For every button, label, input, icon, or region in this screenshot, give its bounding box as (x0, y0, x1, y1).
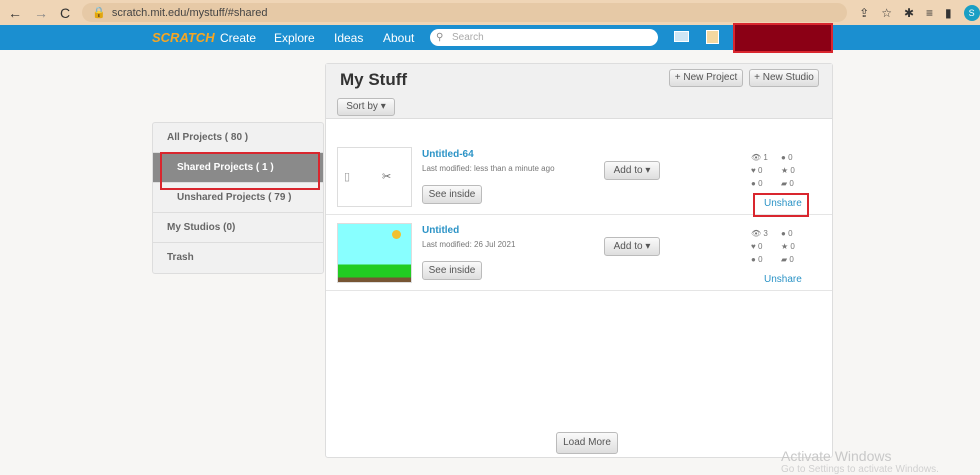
profile-avatar[interactable]: S (963, 4, 980, 21)
my-stuff-icon[interactable] (706, 30, 719, 44)
panel-header: My Stuff + New Project + New Studio Sort… (326, 64, 832, 119)
favorites-stat: ★ 0 (781, 242, 795, 251)
remix-stat: ● 0 (781, 153, 793, 162)
url-text: scratch.mit.edu/mystuff/#shared (111, 6, 268, 19)
views-stat: 👁 1 (751, 153, 768, 162)
sort-by-dropdown[interactable]: Sort by ▾ (337, 98, 395, 116)
sidebar-item-my-studios[interactable]: My Studios (0) (153, 213, 323, 243)
forward-icon[interactable]: → (34, 5, 48, 21)
loves-stat: ♥ 0 (751, 166, 763, 175)
reading-list-icon[interactable]: ≡ (926, 6, 933, 20)
nav-explore[interactable]: Explore (274, 31, 315, 45)
lock-icon: 🔒 (92, 7, 106, 19)
favorites-stat: ★ 0 (781, 166, 795, 175)
nav-about[interactable]: About (383, 31, 414, 45)
highlight-box (160, 152, 320, 190)
see-inside-button[interactable]: See inside (422, 185, 482, 204)
share-icon[interactable]: ⇪ (859, 6, 869, 20)
sidebar-icon[interactable]: ▮ (945, 6, 952, 20)
new-studio-button[interactable]: + New Studio (749, 69, 819, 87)
reload-icon[interactable]: C (60, 5, 70, 21)
sprite-icon: ▯ (344, 171, 351, 183)
new-project-button[interactable]: + New Project (669, 69, 743, 87)
sort-by-label: Sort by (346, 101, 378, 112)
address-bar[interactable]: 🔒 scratch.mit.edu/mystuff/#shared (82, 3, 848, 22)
project-stats: 👁 3 ● 0 ♥ 0 ★ 0 ● 0 ▰ 0 (751, 229, 811, 264)
last-modified: Last modified: 26 Jul 2021 (422, 240, 516, 249)
activate-windows-watermark: Activate Windows (781, 448, 892, 464)
search-input[interactable]: ⚲ Search (430, 29, 658, 46)
unshare-link[interactable]: Unshare (764, 274, 802, 285)
add-to-dropdown[interactable]: Add to ▾ (604, 237, 660, 256)
search-icon: ⚲ (436, 32, 444, 43)
my-stuff-panel: My Stuff + New Project + New Studio Sort… (325, 63, 833, 458)
sidebar-item-all-projects[interactable]: All Projects ( 80 ) (153, 123, 323, 153)
scratch-navbar: SCRATCH Create Explore Ideas About ⚲ Sear… (0, 23, 980, 53)
highlight-box (753, 193, 809, 217)
project-thumbnail[interactable]: ▯ ✂ (337, 147, 412, 207)
loves-stat: ♥ 0 (751, 242, 763, 251)
sidebar: All Projects ( 80 ) Shared Projects ( 1 … (152, 122, 324, 274)
last-modified: Last modified: less than a minute ago (422, 164, 555, 173)
project-stats: 👁 1 ● 0 ♥ 0 ★ 0 ● 0 ▰ 0 (751, 153, 811, 188)
project-thumbnail[interactable] (337, 223, 412, 283)
account-menu-redacted[interactable] (733, 23, 833, 53)
add-to-label: Add to (613, 241, 643, 252)
sun-icon (392, 230, 401, 239)
scratch-logo[interactable]: SCRATCH (152, 30, 215, 45)
see-inside-button[interactable]: See inside (422, 261, 482, 280)
extensions-icon[interactable]: ✱ (904, 6, 914, 20)
nav-create[interactable]: Create (220, 31, 256, 45)
views-stat: 👁 3 (751, 229, 768, 238)
project-title[interactable]: Untitled-64 (422, 149, 474, 160)
messages-icon[interactable] (674, 31, 689, 42)
project-title[interactable]: Untitled (422, 225, 459, 236)
nav-ideas[interactable]: Ideas (334, 31, 363, 45)
add-to-dropdown[interactable]: Add to ▾ (604, 161, 660, 180)
comments-stat: ● 0 (751, 255, 763, 264)
load-more-button[interactable]: Load More (556, 432, 618, 454)
scissors-icon: ✂ (382, 171, 392, 183)
browser-toolbar: ← → C 🔒 scratch.mit.edu/mystuff/#shared ⇪… (0, 0, 980, 25)
search-placeholder: Search (452, 32, 484, 43)
remixes-stat: ▰ 0 (781, 179, 794, 188)
back-icon[interactable]: ← (8, 5, 22, 21)
comments-stat: ● 0 (751, 179, 763, 188)
sidebar-item-trash[interactable]: Trash (153, 243, 323, 273)
remix-stat: ● 0 (781, 229, 793, 238)
project-row: Untitled Last modified: 26 Jul 2021 See … (326, 215, 832, 291)
remixes-stat: ▰ 0 (781, 255, 794, 264)
star-icon[interactable]: ☆ (881, 6, 892, 20)
page-title: My Stuff (340, 70, 408, 89)
add-to-label: Add to (613, 165, 643, 176)
